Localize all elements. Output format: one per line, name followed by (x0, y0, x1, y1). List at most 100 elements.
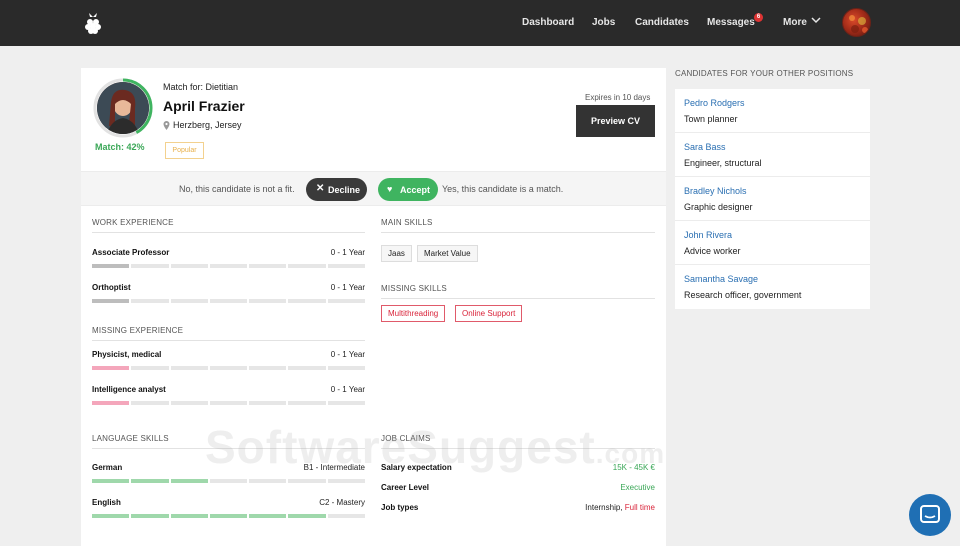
candidate-location: Herzberg, Jersey (173, 120, 242, 130)
preview-cv-button[interactable]: Preview CV (576, 105, 655, 137)
bar-segment (131, 299, 169, 303)
decline-button[interactable]: ✕ Decline (306, 178, 367, 201)
decline-label: Decline (328, 185, 361, 195)
list-item[interactable]: John Rivera Advice worker (675, 221, 870, 265)
bar-segment (92, 479, 130, 483)
list-item[interactable]: Samantha Savage Research officer, govern… (675, 265, 870, 309)
divider (381, 232, 655, 233)
career-level-value: Executive (620, 483, 655, 492)
bar-segment (170, 479, 208, 483)
bar-segment (131, 366, 169, 370)
bar-segment (209, 299, 248, 303)
bar-segment (288, 514, 326, 518)
candidate-link[interactable]: Samantha Savage (684, 274, 758, 284)
missing-skill-chip: Multithreading (381, 305, 446, 322)
bar-segment (327, 514, 365, 518)
bar-segment (288, 479, 326, 483)
list-item[interactable]: Bradley Nichols Graphic designer (675, 177, 870, 221)
missing-experience-title: MISSING EXPERIENCE (92, 326, 184, 335)
missing-skill-chip: Online Support (455, 305, 523, 322)
candidate-role: Graphic designer (684, 202, 753, 212)
divider (381, 298, 655, 299)
candidate-role: Advice worker (684, 246, 741, 256)
bar-segment (170, 264, 208, 268)
missing-experience-bar (92, 366, 365, 370)
work-experience-title: WORK EXPERIENCE (92, 218, 174, 227)
missing-experience-label: Physicist, medical (92, 350, 162, 359)
bar-segment (288, 299, 326, 303)
nav-jobs[interactable]: Jobs (592, 17, 615, 28)
divider (92, 232, 365, 233)
bar-segment (131, 264, 169, 268)
list-item[interactable]: Pedro Rodgers Town planner (675, 89, 870, 133)
match-for-label: Match for: Dietitian (163, 82, 239, 92)
bar-segment (209, 479, 248, 483)
decision-bar: No, this candidate is not a fit. ✕ Decli… (81, 171, 666, 206)
nav-messages[interactable]: Messages (707, 17, 755, 28)
language-label: English (92, 498, 121, 507)
bar-segment (327, 479, 365, 483)
missing-experience-bar (92, 401, 365, 405)
missing-experience-label: Intelligence analyst (92, 385, 166, 394)
bar-segment (209, 514, 248, 518)
chevron-down-icon[interactable] (810, 14, 822, 26)
candidate-role: Engineer, structural (684, 158, 762, 168)
chat-bubble-icon (920, 505, 940, 523)
work-experience-label: Orthoptist (92, 283, 131, 292)
candidate-link[interactable]: Pedro Rodgers (684, 98, 745, 108)
bar-segment (170, 401, 208, 405)
bar-segment (249, 264, 287, 268)
bar-segment (170, 514, 208, 518)
skill-chip: Market Value (417, 245, 478, 262)
nav-dashboard[interactable]: Dashboard (522, 17, 574, 28)
bar-segment (170, 299, 208, 303)
language-bar (92, 514, 365, 518)
job-types-label: Job types (381, 503, 419, 512)
divider (92, 340, 365, 341)
candidate-role: Research officer, government (684, 290, 802, 300)
bar-segment (327, 264, 365, 268)
bar-segment (170, 366, 208, 370)
missing-skills-title: MISSING SKILLS (381, 284, 447, 293)
skill-chip: Jaas (381, 245, 412, 262)
bar-segment (131, 514, 169, 518)
divider (92, 448, 365, 449)
language-label: German (92, 463, 123, 472)
language-bar (92, 479, 365, 483)
messages-badge: 6 (754, 13, 763, 22)
bar-segment (288, 366, 326, 370)
bar-segment (209, 401, 248, 405)
bar-segment (327, 366, 365, 370)
accept-button[interactable]: ♥ Accept (378, 178, 438, 201)
job-claims-title: JOB CLAIMS (381, 434, 431, 443)
bar-segment (92, 299, 130, 303)
work-experience-value: 0 - 1 Year (330, 283, 365, 292)
accept-label: Accept (400, 185, 431, 195)
candidate-link[interactable]: John Rivera (684, 230, 732, 240)
candidate-photo (97, 82, 149, 134)
user-avatar[interactable] (842, 8, 871, 37)
language-level: B1 - Intermediate (303, 463, 365, 472)
nav-more[interactable]: More (783, 17, 807, 28)
bar-segment (249, 366, 287, 370)
list-item[interactable]: Sara Bass Engineer, structural (675, 133, 870, 177)
chat-button[interactable] (909, 494, 951, 536)
heart-icon: ♥ (387, 184, 393, 194)
work-experience-label: Associate Professor (92, 248, 170, 257)
bar-segment (249, 299, 287, 303)
experience-bar (92, 264, 365, 268)
experience-bar (92, 299, 365, 303)
other-positions-list: Pedro Rodgers Town planner Sara Bass Eng… (675, 89, 870, 309)
candidate-link[interactable]: Sara Bass (684, 142, 726, 152)
candidate-link[interactable]: Bradley Nichols (684, 186, 747, 196)
bar-segment (327, 401, 365, 405)
salary-label: Salary expectation (381, 463, 452, 472)
raspberry-logo-icon[interactable] (84, 11, 102, 35)
bar-segment (92, 401, 130, 405)
divider (381, 448, 655, 449)
job-type-internship: Internship, (585, 503, 623, 512)
job-types-value: Internship, Full time (585, 503, 655, 512)
bar-segment (209, 366, 248, 370)
nav-candidates[interactable]: Candidates (635, 17, 689, 28)
main-skills-title: MAIN SKILLS (381, 218, 433, 227)
